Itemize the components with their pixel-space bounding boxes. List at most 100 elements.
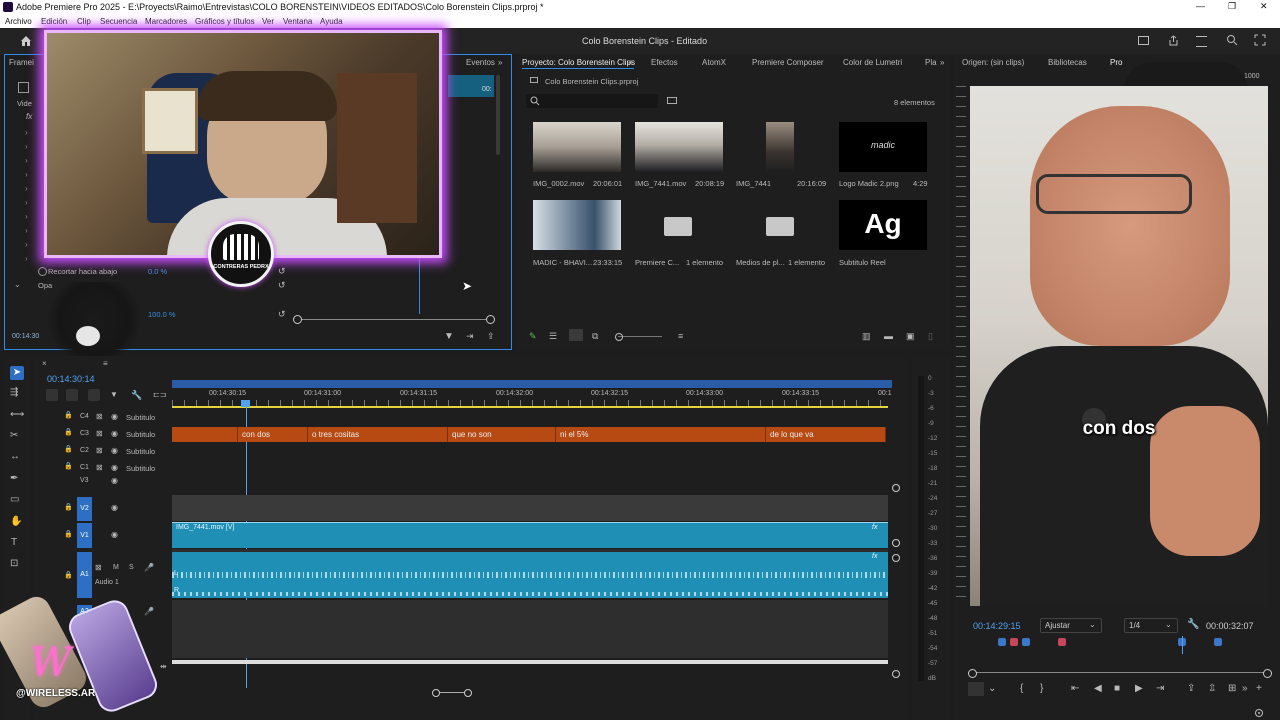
microphone-icon[interactable]: 🎤 xyxy=(144,563,154,572)
wrench-icon[interactable]: 🔧 xyxy=(131,390,142,401)
recortar-value[interactable]: 0.0 % xyxy=(148,267,167,276)
zoom-handle[interactable] xyxy=(968,669,977,678)
add-button[interactable]: + xyxy=(1256,683,1262,694)
eye-icon[interactable]: ◉ xyxy=(111,463,118,472)
lock-icon[interactable]: 🔒 xyxy=(64,428,73,436)
folder-icon[interactable] xyxy=(766,217,794,236)
export-icon[interactable]: ⇪ xyxy=(487,331,495,342)
filter-icon[interactable]: ▼ xyxy=(444,331,454,342)
track-height-icon[interactable]: ⇹ xyxy=(160,662,167,671)
ripple-edit-tool-icon[interactable]: ⟷ xyxy=(10,409,24,420)
timeline-timecode[interactable]: 00:14:30:14 xyxy=(47,374,95,384)
tab-efectos[interactable]: Efectos xyxy=(651,58,678,67)
extract-button[interactable]: ⇫ xyxy=(1208,683,1216,694)
timeline-zoom-handle[interactable] xyxy=(464,689,472,697)
tab-bibliotecas[interactable]: Bibliotecas xyxy=(1048,58,1087,67)
mute-button[interactable]: M xyxy=(113,564,119,571)
eye-icon[interactable]: ◉ xyxy=(111,446,118,455)
fx-badge[interactable]: fx xyxy=(872,524,877,531)
caption-clip[interactable]: con dos xyxy=(238,427,308,442)
track-select-tool-icon[interactable]: ⇶ xyxy=(10,387,18,398)
track-caption-icon[interactable]: ⊠ xyxy=(96,429,103,438)
property-chevrons[interactable]: › › › › › › › › › › xyxy=(25,126,28,266)
tab-menu-icon[interactable]: ≡ xyxy=(103,359,108,368)
wrench-icon[interactable]: 🔧 xyxy=(1187,619,1199,630)
zoom-slider-handle[interactable] xyxy=(293,315,302,324)
zoom-handle[interactable] xyxy=(1263,669,1272,678)
tab-eventos[interactable]: Eventos xyxy=(466,58,495,67)
timeline-scroll-range[interactable] xyxy=(172,380,892,388)
eye-icon[interactable]: ◉ xyxy=(111,412,118,421)
timeline-zoom-handle[interactable] xyxy=(432,689,440,697)
automate-icon[interactable]: ▥ xyxy=(862,331,871,342)
caption-clip-lead[interactable] xyxy=(172,427,238,442)
freeform-view-icon[interactable]: ⧉ xyxy=(592,331,598,342)
step-back-button[interactable]: ◀ xyxy=(1094,683,1102,694)
home-icon[interactable] xyxy=(20,35,32,46)
captions-icon[interactable]: ⊏⊐ xyxy=(153,390,166,399)
tab-atomx[interactable]: AtomX xyxy=(702,58,726,67)
close-tab-icon[interactable]: × xyxy=(42,359,47,368)
tab-project[interactable]: Proyecto: Colo Borenstein Clips xyxy=(522,58,635,67)
fx-badge[interactable]: fx xyxy=(872,553,877,560)
menu-ver[interactable]: Ver xyxy=(262,17,274,26)
track-caption-icon[interactable]: ⊠ xyxy=(96,446,103,455)
lock-icon[interactable]: 🔒 xyxy=(64,503,73,511)
tab-origen[interactable]: Origen: (sin clips) xyxy=(962,58,1024,67)
tab-program[interactable]: Pro xyxy=(1110,58,1122,67)
vertical-scroll-handle[interactable] xyxy=(892,484,900,492)
track-target-a1[interactable]: A1 xyxy=(77,552,92,598)
folder-new-icon[interactable]: ▬ xyxy=(884,331,893,341)
thumb-img-7441[interactable] xyxy=(766,122,794,172)
settings-icon[interactable] xyxy=(1254,708,1264,718)
trash-icon[interactable]: ▯ xyxy=(928,331,933,342)
export-frame-icon[interactable]: ⊞ xyxy=(1228,683,1236,694)
scrollbar[interactable] xyxy=(496,75,500,155)
track-caption-icon[interactable]: ⊠ xyxy=(96,463,103,472)
nest-toggle-icon[interactable] xyxy=(46,389,58,401)
tab-effect-controls[interactable]: Framei xyxy=(9,58,34,67)
mark-in-button[interactable]: { xyxy=(1020,683,1023,694)
opacity-value[interactable]: 100.0 % xyxy=(148,310,176,319)
fit-dropdown[interactable]: Ajustar ⌄ xyxy=(1040,618,1102,633)
tab-menu-icon[interactable]: ≡ xyxy=(628,58,633,67)
linked-selection-icon[interactable] xyxy=(88,389,100,401)
minimize-button[interactable]: — xyxy=(1196,1,1205,11)
reset-icon[interactable]: ↺ xyxy=(278,309,286,320)
opacity-chevron-icon[interactable]: ⌄ xyxy=(14,280,21,289)
menu-ayuda[interactable]: Ayuda xyxy=(320,17,343,26)
project-search-input[interactable] xyxy=(526,94,658,108)
lock-icon[interactable]: 🔒 xyxy=(64,530,73,538)
search-icon[interactable] xyxy=(1226,34,1238,46)
vertical-scroll-handle[interactable] xyxy=(892,670,900,678)
menu-marcadores[interactable]: Marcadores xyxy=(145,17,187,26)
program-timecode[interactable]: 00:14:29:15 xyxy=(973,621,1021,631)
eye-icon[interactable]: ◉ xyxy=(111,503,118,512)
track-output-icon[interactable]: ⊠ xyxy=(95,563,102,572)
thumb-img-0002[interactable] xyxy=(533,122,621,172)
reset-icon[interactable]: ↺ xyxy=(278,266,286,277)
chevron-down-icon[interactable]: ⌄ xyxy=(988,683,996,694)
play-only-icon[interactable]: ⇥ xyxy=(466,331,474,342)
add-marker-icon[interactable]: ▼ xyxy=(110,390,118,399)
selection-tool-icon[interactable]: ➤ xyxy=(10,366,24,380)
list-view-icon[interactable]: ☰ xyxy=(549,331,557,342)
thumb-logo-madic[interactable]: madic xyxy=(839,122,927,172)
vertical-scroll-handle[interactable] xyxy=(892,554,900,562)
caption-clip[interactable]: o tres cositas xyxy=(308,427,448,442)
snap-magnet-icon[interactable] xyxy=(66,389,78,401)
thumb-size-slider[interactable] xyxy=(618,336,662,337)
thumb-img-7441-mov[interactable] xyxy=(635,122,723,172)
pen-tool-icon[interactable]: ✒ xyxy=(10,473,18,484)
menu-ventana[interactable]: Ventana xyxy=(283,17,312,26)
zoom-slider-handle[interactable] xyxy=(486,315,495,324)
tab-lumetri[interactable]: Color de Lumetri xyxy=(843,58,902,67)
stop-button[interactable]: ■ xyxy=(1114,683,1120,694)
more-tabs-icon[interactable]: » xyxy=(498,58,502,67)
zoom-scrollbar[interactable] xyxy=(972,672,1266,673)
track-target-v1[interactable]: V1 xyxy=(77,523,92,548)
eye-icon[interactable]: ◉ xyxy=(111,476,118,485)
menu-clip[interactable]: Clip xyxy=(77,17,91,26)
tab-pla[interactable]: Pla xyxy=(925,58,937,67)
slip-tool-icon[interactable]: ↔ xyxy=(10,451,20,462)
